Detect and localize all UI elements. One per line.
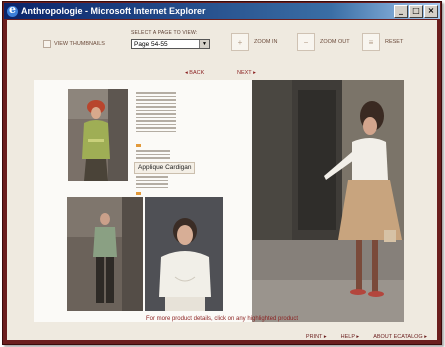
browser-window: Anthropologie - Microsoft Internet Explo… [2,1,442,345]
highlighted-product-label[interactable]: Applique Cardigan [134,162,196,174]
product-photo-left-bottom[interactable] [67,197,143,311]
product-copy-text [136,176,168,190]
maximize-button[interactable]: □ [409,5,423,18]
zoom-out-button[interactable]: − ZOOM OUT [297,33,350,51]
minimize-button[interactable]: _ [394,5,408,18]
reset-button[interactable]: ≡ RESET [362,33,403,51]
zoom-out-label: ZOOM OUT [320,39,350,45]
help-link[interactable]: HELP ▸ [341,334,360,340]
product-photo-wrap-top[interactable] [145,197,223,311]
footer-links: PRINT ▸ HELP ▸ ABOUT ECATALOG ▸ [306,334,427,340]
view-thumbnails-toggle[interactable]: VIEW THUMBNAILS [43,40,105,48]
page-select[interactable]: Page 54-55 ▼ [131,39,210,49]
footer-instructions: For more product details, click on any h… [145,316,299,322]
page-select-value: Page 54-55 [134,41,168,48]
product-photo-applique-cardigan[interactable] [68,89,128,181]
window-title: Anthropologie - Microsoft Internet Explo… [21,6,206,16]
color-swatch [136,192,141,195]
product-copy-text [136,92,176,134]
zoom-in-label: ZOOM IN [254,39,278,45]
catalog-page-right [252,80,404,322]
ecatalog-viewer: VIEW THUMBNAILS SELECT A PAGE TO VIEW: P… [7,20,437,340]
zoom-in-button[interactable]: + ZOOM IN [231,33,278,51]
zoom-out-icon: − [297,33,315,51]
back-link[interactable]: ◂ BACK [185,70,204,76]
internet-explorer-icon [7,3,18,17]
color-swatch [136,144,141,147]
thumbnails-checkbox[interactable] [43,40,51,48]
page-select-label: SELECT A PAGE TO VIEW: [131,30,198,36]
product-copy-text [136,150,170,161]
reset-label: RESET [385,39,404,45]
dropdown-arrow-icon[interactable]: ▼ [199,40,209,48]
catalog-page-left: Applique Cardigan [34,80,252,322]
zoom-in-icon: + [231,33,249,51]
reset-icon: ≡ [362,33,380,51]
print-link[interactable]: PRINT ▸ [306,334,327,340]
close-button[interactable]: × [424,5,438,18]
title-bar[interactable]: Anthropologie - Microsoft Internet Explo… [4,3,440,19]
window-controls: _ □ × [394,5,438,18]
about-ecatalog-link[interactable]: ABOUT ECATALOG ▸ [373,334,427,340]
next-link[interactable]: NEXT ▸ [237,70,256,76]
view-thumbnails-label: VIEW THUMBNAILS [54,41,105,47]
